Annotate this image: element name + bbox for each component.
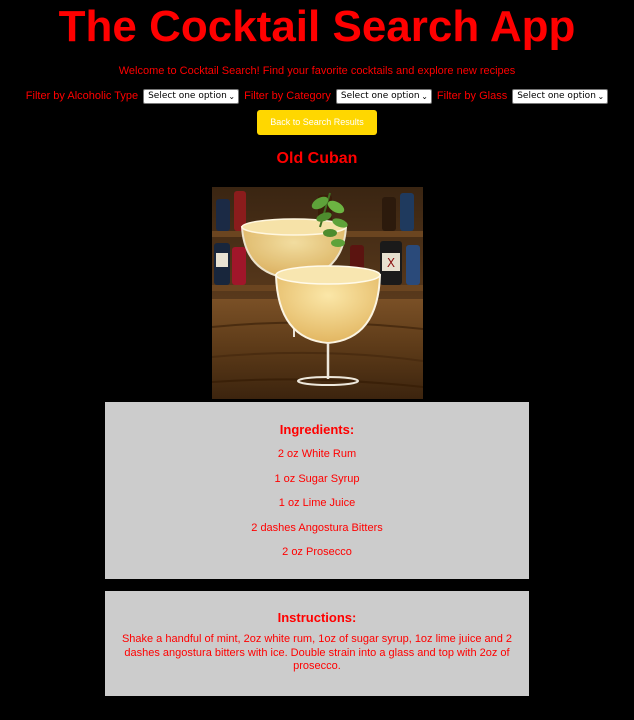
ingredient-item: 1 oz Lime Juice <box>278 497 356 509</box>
cocktail-photo: X <box>211 187 423 399</box>
filter-category-value: Select one option <box>340 91 420 101</box>
ingredients-heading: Ingredients: <box>279 422 355 437</box>
app-title: The Cocktail Search App <box>58 2 576 51</box>
ingredient-item: 2 dashes Angostura Bitters <box>251 521 383 534</box>
instructions-heading: Instructions: <box>277 610 357 625</box>
filter-category-label: Filter by Category <box>244 90 331 102</box>
filter-glass-label: Filter by Glass <box>436 90 508 102</box>
filter-bar: Filter by Alcoholic Type Select one opti… <box>0 88 634 104</box>
chevron-down-icon: ⌄ <box>228 91 236 101</box>
instructions-text: Shake a handful of mint, 2oz white rum, … <box>121 633 513 672</box>
ingredient-item: 2 oz Prosecco <box>282 546 352 558</box>
chevron-down-icon: ⌄ <box>597 91 605 101</box>
filter-alcoholic-label: Filter by Alcoholic Type <box>25 90 139 102</box>
drink-name: Old Cuban <box>276 150 358 167</box>
chevron-down-icon: ⌄ <box>421 91 428 101</box>
welcome-message: Welcome to Cocktail Search! Find your fa… <box>118 65 516 77</box>
ingredient-item: 1 oz Sugar Syrup <box>274 472 360 485</box>
filter-glass-select[interactable]: Select one option ⌄ <box>512 88 609 104</box>
instructions-card: Instructions: Shake a handful of mint, 2… <box>105 591 529 696</box>
filter-glass-value: Select one option <box>517 91 596 101</box>
filter-alcoholic-select[interactable]: Select one option ⌄ <box>143 88 240 104</box>
back-to-search-results-button[interactable]: Back to Search Results <box>257 110 377 135</box>
back-button-wrap: Back to Search Results <box>0 110 634 135</box>
ingredient-item: 2 oz White Rum <box>277 448 357 460</box>
ingredients-card: Ingredients: 2 oz White Rum 1 oz Sugar S… <box>105 402 529 579</box>
filter-alcoholic-value: Select one option <box>148 91 227 101</box>
filter-category-select[interactable]: Select one option ⌄ <box>335 88 432 104</box>
svg-text:X: X <box>386 256 394 270</box>
photo-wrap: X <box>0 187 634 399</box>
